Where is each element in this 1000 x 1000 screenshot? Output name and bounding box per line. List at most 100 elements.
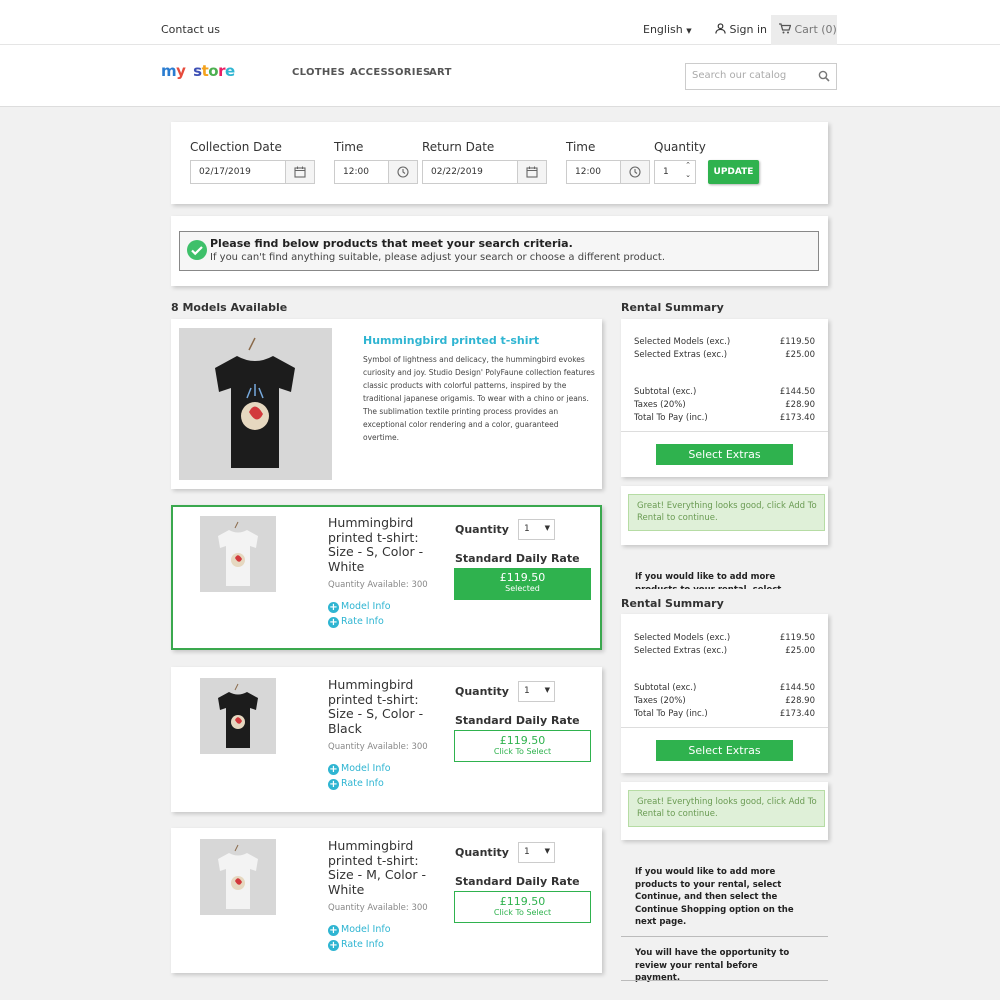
variant-quantity-value: 1	[524, 524, 530, 534]
summary-row-label: Selected Models (exc.)	[634, 633, 731, 643]
signin-link[interactable]: Sign in	[715, 23, 767, 36]
signin-label: Sign in	[729, 23, 768, 36]
rate-select-button[interactable]: £119.50 Selected	[454, 568, 591, 600]
model-info-link[interactable]: + Model Info	[328, 924, 391, 936]
rate-label: Standard Daily Rate	[455, 875, 580, 888]
rate-info-link[interactable]: + Rate Info	[328, 616, 384, 628]
model-info-label: Model Info	[341, 601, 391, 612]
product-description: Symbol of lightness and delicacy, the hu…	[363, 355, 595, 442]
summary-row-value: £173.40	[779, 413, 815, 423]
nav-clothes[interactable]: CLOTHES	[292, 67, 345, 78]
summary-row-value: £25.00	[785, 350, 815, 360]
variant-quantity-select[interactable]: 1 ▼	[518, 842, 555, 863]
variant-image[interactable]	[200, 839, 276, 915]
quantity-stepper[interactable]: 1 ⌃ ⌄	[654, 160, 696, 184]
search-input[interactable]: Search our catalog	[685, 63, 837, 90]
summary-row-value: £28.90	[785, 400, 815, 410]
caret-down-icon: ▼	[544, 686, 550, 694]
logo-letter: m	[161, 62, 177, 80]
contact-us-link[interactable]: Contact us	[161, 23, 220, 36]
notice-title: Please find below products that meet you…	[210, 237, 573, 250]
model-info-label: Model Info	[341, 763, 391, 774]
summary-row-label: Selected Models (exc.)	[634, 337, 731, 347]
model-info-link[interactable]: + Model Info	[328, 601, 391, 613]
store-logo[interactable]: my store	[161, 62, 235, 80]
stepper-up-icon[interactable]: ⌃	[685, 161, 691, 169]
summary-info: If you would like to add more products t…	[635, 572, 781, 589]
calendar-button[interactable]	[285, 160, 315, 184]
calendar-button[interactable]	[517, 160, 547, 184]
return-date-label: Return Date	[422, 140, 495, 154]
rate-status: Click To Select	[493, 747, 552, 756]
nav-art[interactable]: ART	[429, 67, 452, 78]
plus-circle-icon: +	[328, 779, 339, 790]
rate-select-button[interactable]: £119.50 Click To Select	[454, 891, 591, 923]
collection-time-input[interactable]: 12:00	[334, 160, 390, 184]
stepper-down-icon[interactable]: ⌄	[685, 171, 691, 179]
return-time-input[interactable]: 12:00	[566, 160, 622, 184]
summary-row-label: Total To Pay (inc.)	[634, 709, 708, 719]
calendar-icon	[526, 166, 538, 178]
clock-button[interactable]	[388, 160, 418, 184]
summary-info-review: You will have the opportunity to review …	[635, 948, 790, 983]
rate-status: Click To Select	[493, 908, 552, 917]
model-info-link[interactable]: + Model Info	[328, 763, 391, 775]
variant-quantity-select[interactable]: 1 ▼	[518, 681, 555, 702]
clock-button[interactable]	[620, 160, 650, 184]
plus-circle-icon: +	[328, 602, 339, 613]
summary-row-label: Total To Pay (inc.)	[634, 413, 708, 423]
user-icon	[715, 23, 726, 34]
summary-row-value: £119.50	[779, 337, 815, 347]
plus-circle-icon: +	[328, 925, 339, 936]
rate-label: Standard Daily Rate	[455, 552, 580, 565]
return-date-input[interactable]: 02/22/2019	[422, 160, 518, 184]
summary-info-clip: If you would like to add more products t…	[635, 571, 815, 589]
variant-quantity-label: Quantity	[455, 846, 509, 859]
summary-row-label: Selected Extras (exc.)	[634, 350, 728, 360]
rate-info-label: Rate Info	[341, 616, 384, 627]
chevron-down-icon: ▼	[686, 27, 692, 35]
cart-button[interactable]: Cart (0)	[771, 15, 837, 45]
collection-date-input[interactable]: 02/17/2019	[190, 160, 286, 184]
search-icon[interactable]	[818, 70, 830, 82]
cart-icon	[779, 23, 792, 34]
tshirt-image	[215, 337, 295, 468]
success-message: Great! Everything looks good, click Add …	[628, 790, 825, 827]
rate-info-link[interactable]: + Rate Info	[328, 778, 384, 790]
variant-quantity-available: Quantity Available: 300	[328, 903, 428, 913]
plus-circle-icon: +	[328, 617, 339, 628]
summary-row-label: Taxes (20%)	[634, 400, 686, 410]
variant-quantity-label: Quantity	[455, 685, 509, 698]
tshirt-image	[218, 844, 258, 909]
variant-image[interactable]	[200, 678, 276, 754]
summary-row-label: Taxes (20%)	[634, 696, 686, 706]
variant-quantity-select[interactable]: 1 ▼	[518, 519, 555, 540]
rate-price: £119.50	[499, 734, 546, 747]
cart-label: Cart (0)	[794, 23, 837, 36]
rate-info-label: Rate Info	[341, 939, 384, 950]
update-button[interactable]: UPDATE	[708, 160, 759, 184]
select-extras-button[interactable]: Select Extras	[656, 444, 793, 465]
rate-select-button[interactable]: £119.50 Click To Select	[454, 730, 591, 762]
variant-title: Hummingbird printed t-shirt: Size - S, C…	[328, 515, 424, 574]
variant-quantity-available: Quantity Available: 300	[328, 742, 428, 752]
rate-price: £119.50	[499, 895, 546, 908]
tshirt-image	[218, 683, 258, 748]
summary-info: If you would like to add more products t…	[635, 867, 794, 927]
summary-row-label: Selected Extras (exc.)	[634, 646, 728, 656]
rate-info-link[interactable]: + Rate Info	[328, 939, 384, 951]
summary-row-value: £173.40	[779, 709, 815, 719]
nav-accessories[interactable]: ACCESSORIES	[350, 67, 430, 78]
product-image[interactable]	[179, 328, 332, 480]
check-circle-icon	[187, 240, 207, 260]
rate-status: Selected	[505, 584, 540, 593]
summary-row-value: £119.50	[779, 633, 815, 643]
language-label: English	[643, 23, 683, 36]
variant-image[interactable]	[200, 516, 276, 592]
product-title[interactable]: Hummingbird printed t-shirt	[363, 334, 539, 347]
select-extras-button[interactable]: Select Extras	[656, 740, 793, 761]
language-selector[interactable]: English ▼	[643, 23, 692, 36]
return-time-label: Time	[566, 140, 596, 154]
time-label: Time	[334, 140, 364, 154]
summary-row-label: Subtotal (exc.)	[634, 387, 697, 397]
